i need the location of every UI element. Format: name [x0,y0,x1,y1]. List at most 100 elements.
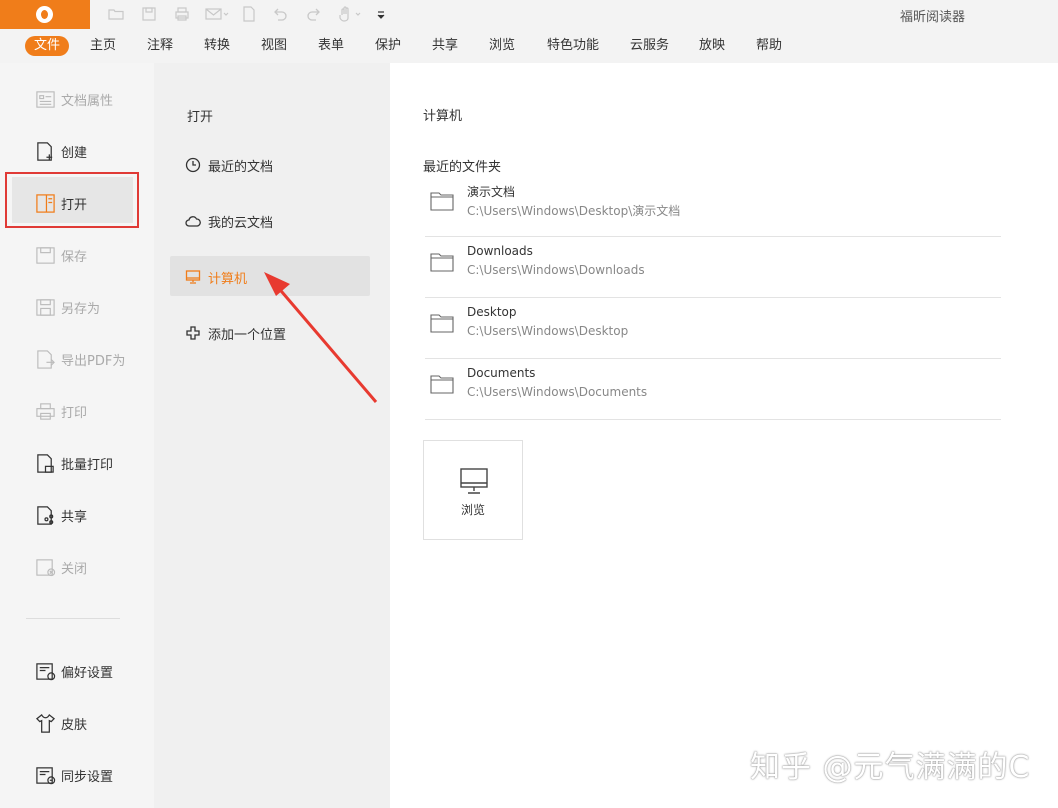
folder-icon [430,375,454,394]
menu-label: 同步设置 [61,769,114,785]
menu-create[interactable]: 创建 [34,139,87,163]
preferences-icon [34,660,56,682]
menu-label: 创建 [61,145,88,161]
location-label: 计算机 [208,271,248,287]
watermark: 知乎 @元气满满的C [750,750,1031,785]
tab-cloud-services[interactable]: 云服务 [621,36,678,56]
menu-sync-settings[interactable]: 同步设置 [34,763,113,787]
folder-name: Documents [467,366,536,380]
tab-protect[interactable]: 保护 [366,36,410,56]
menu-divider [26,618,120,619]
menu-label: 打开 [61,197,88,213]
folder-path: C:\Users\Windows\Desktop\演示文档 [467,204,681,218]
foxit-logo-icon [36,6,53,23]
menu-label: 打印 [61,405,88,421]
folder-name: 演示文档 [467,185,516,199]
menu-label: 批量打印 [61,457,114,473]
tab-special-features[interactable]: 特色功能 [538,36,608,56]
new-doc-quick-icon[interactable] [240,5,258,23]
folder-icon [430,314,454,333]
menu-label: 保存 [61,249,88,265]
computer-content: 计算机 最近的文件夹 演示文档 C:\Users\Windows\Desktop… [390,63,1058,808]
menu-skin[interactable]: 皮肤 [34,711,87,735]
recent-folder-item[interactable]: Downloads C:\Users\Windows\Downloads [425,237,1001,298]
document-properties-icon [34,88,56,110]
open-icon [34,192,56,214]
batch-print-icon [34,452,56,474]
folder-icon [430,192,454,211]
folder-path: C:\Users\Windows\Documents [467,385,648,399]
tab-home[interactable]: 主页 [81,36,125,56]
close-doc-icon [34,556,56,578]
menu-label: 另存为 [61,301,101,317]
print-quick-icon[interactable] [173,5,191,23]
ribbon-tabs: 文件 主页 注释 转换 视图 表单 保护 共享 浏览 特色功能 云服务 放映 帮… [0,29,1058,63]
hand-tool-dropdown-icon[interactable] [337,5,365,23]
folder-name: Downloads [467,244,533,258]
location-label: 我的云文档 [208,215,274,231]
menu-open[interactable]: 打开 [34,191,87,215]
tab-file[interactable]: 文件 [25,36,70,56]
menu-close[interactable]: 关闭 [34,555,87,579]
menu-save[interactable]: 保存 [34,243,87,267]
menu-label: 导出PDF为 [61,353,126,369]
sync-settings-icon [34,764,56,786]
create-icon [34,140,56,162]
app-logo[interactable] [0,0,90,29]
location-computer[interactable]: 计算机 [184,265,247,289]
open-folder-icon[interactable] [107,5,125,23]
redo-icon[interactable] [305,5,323,23]
tab-browse[interactable]: 浏览 [480,36,524,56]
menu-label: 偏好设置 [61,665,114,681]
location-my-cloud[interactable]: 我的云文档 [184,209,273,233]
save-icon [34,244,56,266]
app-title: 福昕阅读器 [900,10,966,25]
browse-button[interactable]: 浏览 [423,440,523,540]
computer-icon [184,268,202,286]
location-label: 添加一个位置 [208,327,287,343]
recent-folders-label: 最近的文件夹 [423,160,502,175]
folder-path: C:\Users\Windows\Downloads [467,263,645,277]
save-as-icon [34,296,56,318]
menu-share[interactable]: 共享 [34,503,87,527]
menu-batch-print[interactable]: 批量打印 [34,451,113,475]
panel-title: 打开 [187,110,214,125]
recent-folder-item[interactable]: Documents C:\Users\Windows\Documents [425,359,1001,420]
menu-export-pdf[interactable]: 导出PDF为 [34,347,125,371]
tab-view[interactable]: 视图 [252,36,296,56]
clock-icon [184,156,202,174]
tab-convert[interactable]: 转换 [195,36,239,56]
print-icon [34,400,56,422]
skin-icon [34,712,56,734]
tab-help[interactable]: 帮助 [747,36,791,56]
menu-document-properties[interactable]: 文档属性 [34,87,113,111]
recent-folder-item[interactable]: Desktop C:\Users\Windows\Desktop [425,298,1001,359]
save-quick-icon[interactable] [140,5,158,23]
cloud-icon [184,212,202,230]
export-pdf-icon [34,348,56,370]
title-bar: 福昕阅读器 [0,0,1058,29]
section-title: 计算机 [423,109,463,124]
folder-path: C:\Users\Windows\Desktop [467,324,629,338]
location-recent-documents[interactable]: 最近的文档 [184,153,273,177]
location-label: 最近的文档 [208,159,274,175]
tab-form[interactable]: 表单 [309,36,353,56]
menu-save-as[interactable]: 另存为 [34,295,100,319]
customize-toolbar-icon[interactable] [372,5,390,23]
open-locations-panel: 打开 最近的文档 我的云文档 计算机 添加一个位置 [154,63,390,808]
tab-slideshow[interactable]: 放映 [690,36,734,56]
share-icon [34,504,56,526]
menu-print[interactable]: 打印 [34,399,87,423]
menu-preferences[interactable]: 偏好设置 [34,659,113,683]
email-dropdown-icon[interactable] [204,5,230,23]
recent-folder-item[interactable]: 演示文档 C:\Users\Windows\Desktop\演示文档 [425,176,1001,237]
tab-comment[interactable]: 注释 [138,36,182,56]
menu-label: 皮肤 [61,717,88,733]
browse-label: 浏览 [460,503,485,517]
monitor-icon [460,468,488,494]
menu-label: 文档属性 [61,93,114,109]
plus-icon [184,324,202,342]
location-add-place[interactable]: 添加一个位置 [184,321,286,345]
tab-share[interactable]: 共享 [423,36,467,56]
undo-icon[interactable] [271,5,289,23]
